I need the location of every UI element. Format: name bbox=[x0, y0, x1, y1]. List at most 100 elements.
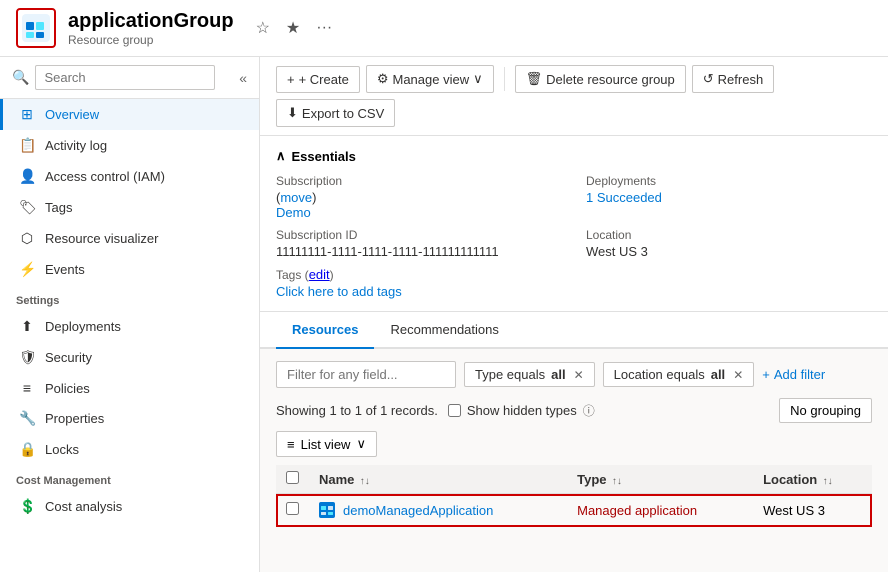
tab-resources[interactable]: Resources bbox=[276, 312, 374, 349]
showing-text: Showing 1 to 1 of 1 records. bbox=[276, 403, 438, 418]
select-all-header bbox=[276, 465, 309, 494]
subscription-label: Subscription bbox=[276, 174, 562, 188]
info-icon[interactable]: ⓘ bbox=[583, 402, 595, 419]
refresh-button[interactable]: ↺ Refresh bbox=[692, 65, 774, 93]
sidebar-label-cost-analysis: Cost analysis bbox=[45, 499, 122, 514]
export-button[interactable]: ⬇ Export to CSV bbox=[276, 99, 395, 127]
list-view-icon: ≡ bbox=[287, 437, 295, 452]
select-all-checkbox[interactable] bbox=[286, 471, 299, 484]
subscription-id-label: Subscription ID bbox=[276, 228, 562, 242]
settings-section-label: Settings bbox=[0, 285, 259, 311]
delete-button[interactable]: 🗑 Delete resource group bbox=[515, 65, 686, 93]
type-sort-icon[interactable]: ↑↓ bbox=[612, 476, 622, 487]
star-icon[interactable]: ★ bbox=[284, 16, 302, 40]
create-button[interactable]: + + Create bbox=[276, 66, 360, 93]
type-filter-value: all bbox=[551, 367, 565, 382]
resource-type-text: Managed application bbox=[577, 503, 697, 518]
location-value: West US 3 bbox=[586, 244, 872, 259]
filter-row: Type equals all ✕ Location equals all ✕ … bbox=[276, 361, 872, 388]
sidebar-label-locks: Locks bbox=[45, 442, 79, 457]
essentials-section: ∧ Essentials Subscription (move) Demo De… bbox=[260, 136, 888, 312]
tab-recommendations[interactable]: Recommendations bbox=[374, 312, 514, 349]
essentials-subscription: Subscription (move) Demo bbox=[276, 174, 562, 220]
list-view-button[interactable]: ≡ List view ∨ bbox=[276, 431, 377, 457]
manage-view-chevron-icon: ∨ bbox=[473, 71, 483, 87]
sidebar-label-events: Events bbox=[45, 262, 85, 277]
deployments-value: 1 Succeeded bbox=[586, 190, 872, 205]
list-view-label: List view bbox=[301, 437, 351, 452]
no-grouping-button[interactable]: No grouping bbox=[779, 398, 872, 423]
essentials-tags: Tags (edit) Click here to add tags bbox=[276, 267, 872, 299]
essentials-subscription-id: Subscription ID 11111111-1111-1111-1111-… bbox=[276, 228, 562, 259]
sidebar-item-locks[interactable]: 🔒 Locks bbox=[0, 434, 259, 465]
type-filter-close-icon[interactable]: ✕ bbox=[574, 368, 584, 382]
delete-icon: 🗑 bbox=[526, 71, 543, 87]
sidebar-item-overview[interactable]: ⊞ Overview bbox=[0, 99, 259, 130]
tags-edit-link[interactable]: edit bbox=[309, 267, 330, 282]
tags-add-link[interactable]: Click here to add tags bbox=[276, 284, 402, 299]
toolbar-divider-1 bbox=[504, 67, 505, 91]
column-location-label: Location bbox=[763, 472, 817, 487]
locks-icon: 🔒 bbox=[19, 441, 35, 458]
subscription-demo-link[interactable]: Demo bbox=[276, 205, 311, 220]
sidebar-item-resource-visualizer[interactable]: ⬡ Resource visualizer bbox=[0, 223, 259, 254]
manage-view-button[interactable]: ⚙ Manage view ∨ bbox=[366, 65, 494, 93]
sidebar-item-deployments[interactable]: ⬆ Deployments bbox=[0, 311, 259, 342]
tags-icon: 🏷 bbox=[19, 199, 35, 216]
location-filter-tag: Location equals all ✕ bbox=[603, 362, 755, 387]
tags-add-link-container: Click here to add tags bbox=[276, 284, 872, 299]
export-icon: ⬇ bbox=[287, 105, 298, 121]
cost-analysis-icon: 💲 bbox=[19, 498, 35, 515]
favorite-icon[interactable]: ☆ bbox=[254, 16, 272, 40]
deployments-link[interactable]: 1 Succeeded bbox=[586, 190, 662, 205]
location-label: Location bbox=[586, 228, 872, 242]
essentials-collapse-icon[interactable]: ∧ bbox=[276, 148, 286, 164]
resource-name-text: demoManagedApplication bbox=[343, 503, 493, 518]
table-header: Name ↑↓ Type ↑↓ Location ↑↓ bbox=[276, 465, 872, 494]
filter-input[interactable] bbox=[276, 361, 456, 388]
sidebar-item-policies[interactable]: ≡ Policies bbox=[0, 373, 259, 403]
collapse-sidebar-button[interactable]: « bbox=[239, 70, 247, 86]
tabs-bar: Resources Recommendations bbox=[260, 312, 888, 349]
events-icon: ⚡ bbox=[19, 261, 35, 278]
show-hidden-checkbox[interactable] bbox=[448, 404, 461, 417]
essentials-header: ∧ Essentials bbox=[276, 148, 872, 164]
create-icon: + bbox=[287, 72, 295, 87]
column-name: Name ↑↓ bbox=[309, 465, 567, 494]
policies-icon: ≡ bbox=[19, 380, 35, 396]
create-label: + Create bbox=[299, 72, 349, 87]
essentials-grid: Subscription (move) Demo Deployments 1 S… bbox=[276, 174, 872, 299]
sidebar-item-tags[interactable]: 🏷 Tags bbox=[0, 192, 259, 223]
refresh-label: Refresh bbox=[718, 72, 764, 87]
location-filter-close-icon[interactable]: ✕ bbox=[733, 368, 743, 382]
column-type: Type ↑↓ bbox=[567, 465, 753, 494]
sidebar-item-cost-analysis[interactable]: 💲 Cost analysis bbox=[0, 491, 259, 522]
sidebar-item-properties[interactable]: 🔧 Properties bbox=[0, 403, 259, 434]
resource-location-text: West US 3 bbox=[763, 503, 825, 518]
resource-name-link[interactable]: demoManagedApplication bbox=[319, 502, 557, 518]
sidebar-item-activity-log[interactable]: 📋 Activity log bbox=[0, 130, 259, 161]
tags-label: Tags (edit) bbox=[276, 267, 872, 282]
location-filter-label: Location equals bbox=[614, 367, 705, 382]
search-icon: 🔍 bbox=[12, 69, 29, 86]
manage-view-icon: ⚙ bbox=[377, 71, 389, 87]
sidebar-label-deployments: Deployments bbox=[45, 319, 121, 334]
app-icon bbox=[22, 14, 50, 42]
list-view-chevron-icon: ∨ bbox=[356, 436, 366, 452]
add-filter-button[interactable]: + Add filter bbox=[762, 367, 825, 382]
row-checkbox[interactable] bbox=[286, 502, 299, 515]
sidebar-item-events[interactable]: ⚡ Events bbox=[0, 254, 259, 285]
security-icon: 🛡 bbox=[19, 349, 35, 366]
search-input[interactable] bbox=[35, 65, 215, 90]
row-checkbox-cell bbox=[276, 494, 309, 527]
location-sort-icon[interactable]: ↑↓ bbox=[823, 476, 833, 487]
top-header: applicationGroup Resource group ☆ ★ ··· bbox=[0, 0, 888, 57]
sidebar-item-security[interactable]: 🛡 Security bbox=[0, 342, 259, 373]
app-icon-box bbox=[16, 8, 56, 48]
essentials-deployments: Deployments 1 Succeeded bbox=[586, 174, 872, 220]
subscription-move-link[interactable]: move bbox=[280, 190, 312, 205]
more-options-icon[interactable]: ··· bbox=[314, 17, 334, 39]
sidebar-item-access-control[interactable]: 👤 Access control (IAM) bbox=[0, 161, 259, 192]
table-row[interactable]: demoManagedApplication Managed applicati… bbox=[276, 494, 872, 527]
name-sort-icon[interactable]: ↑↓ bbox=[360, 476, 370, 487]
